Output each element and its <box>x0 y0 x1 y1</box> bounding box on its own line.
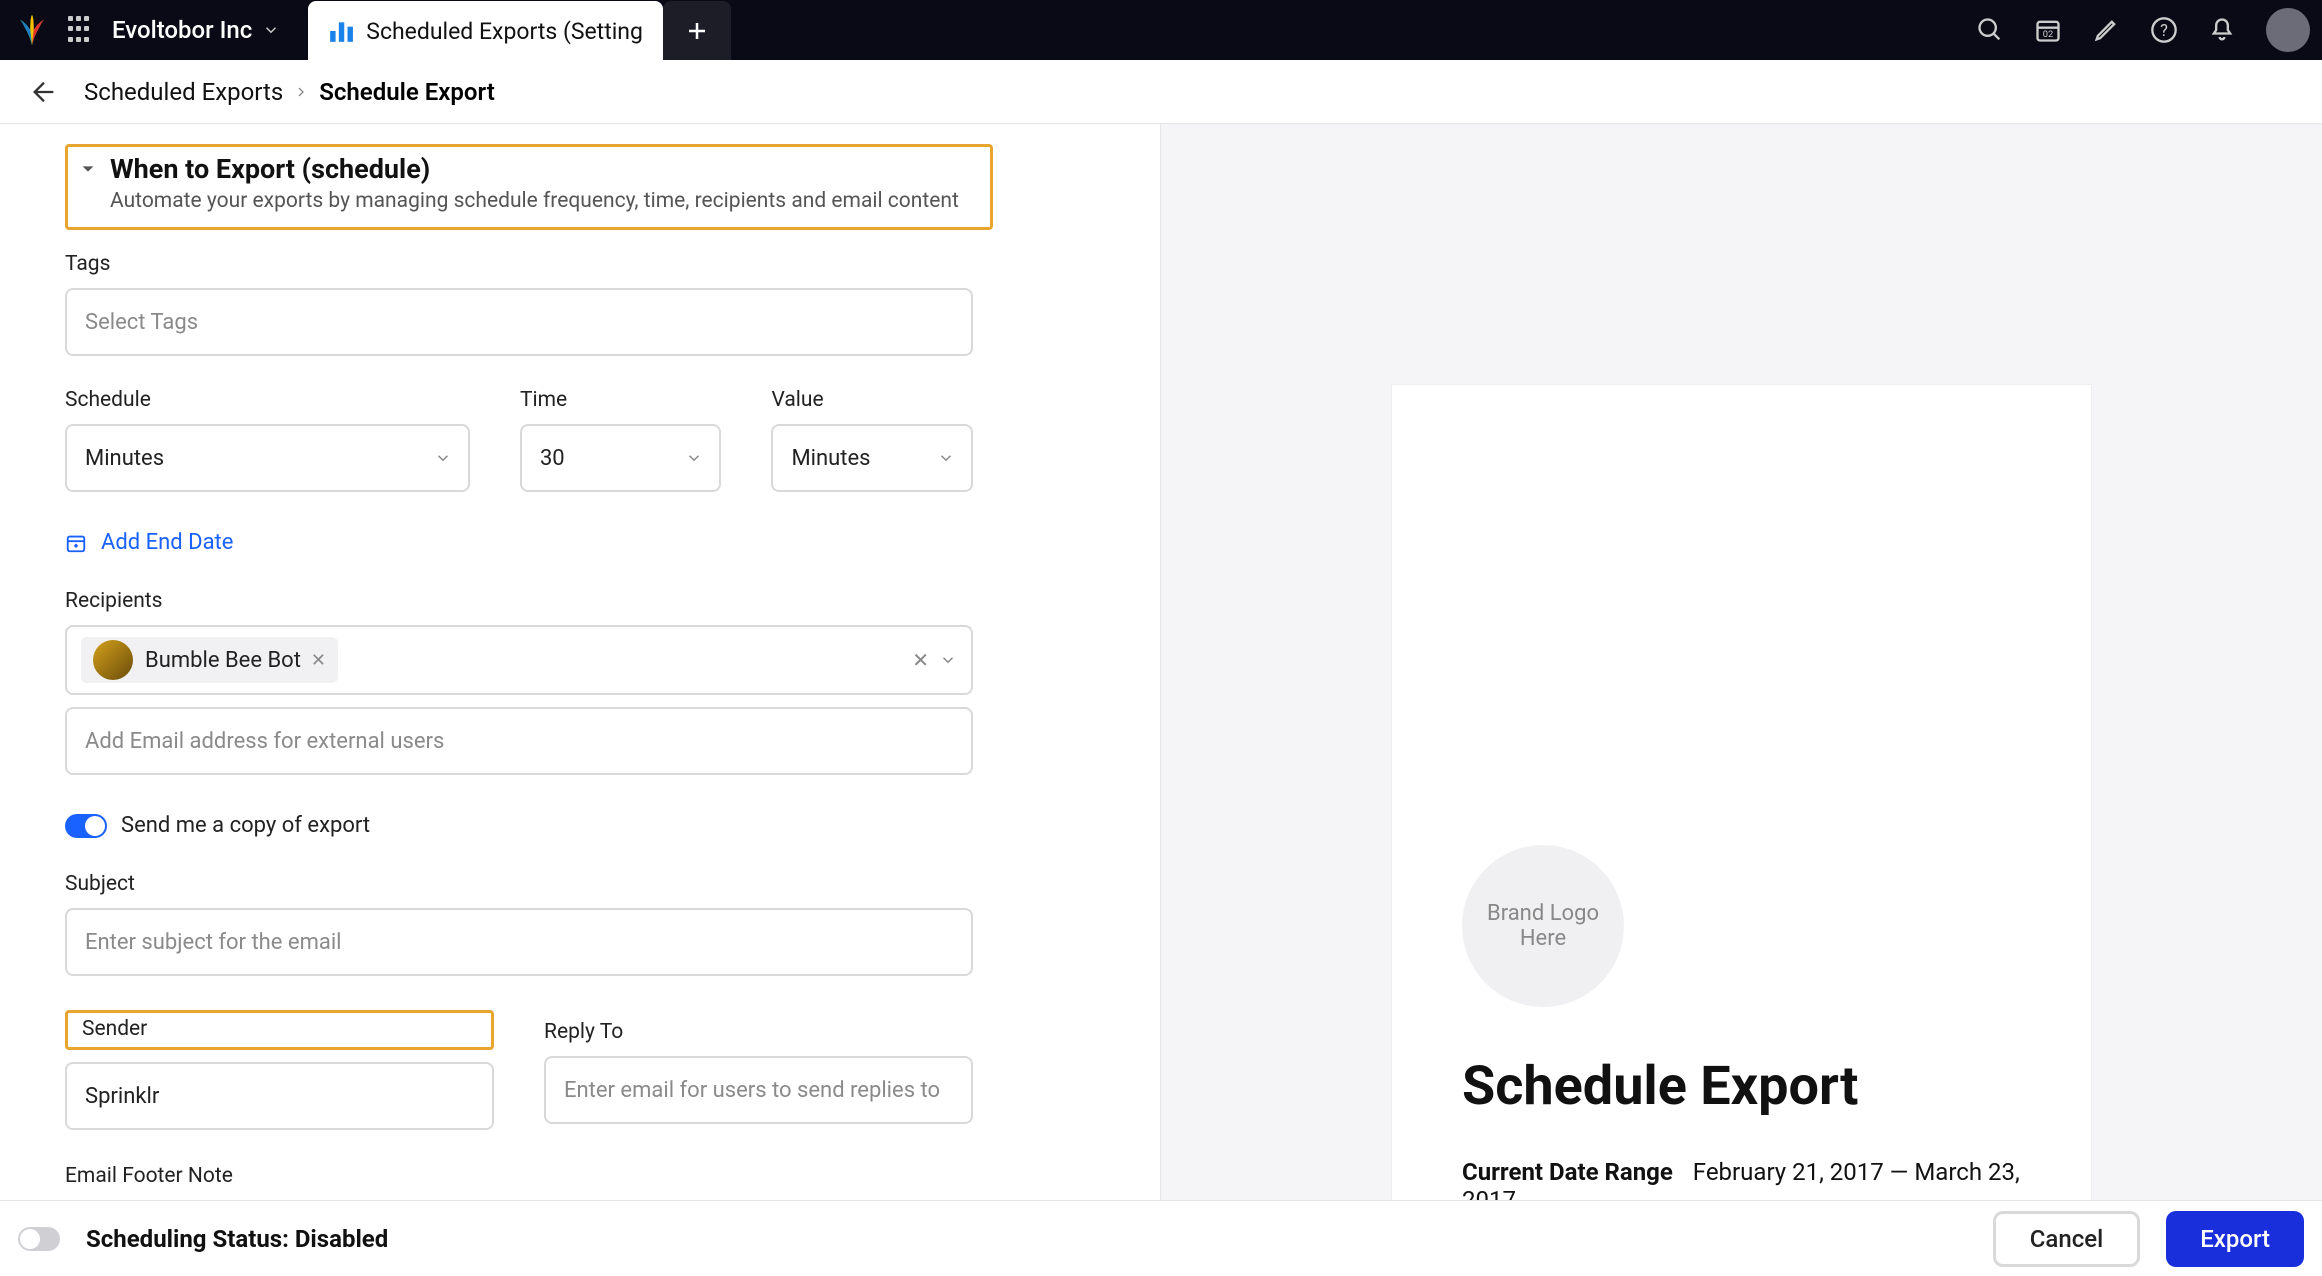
reply-to-input[interactable] <box>544 1056 973 1124</box>
chevron-down-icon <box>262 21 280 39</box>
bar-chart-icon <box>328 20 354 42</box>
calendar-icon[interactable]: 02 <box>2034 16 2062 44</box>
remove-chip-icon[interactable]: ✕ <box>311 650 326 671</box>
schedule-label: Schedule <box>65 388 470 412</box>
footer-bar: Scheduling Status: Disabled Cancel Expor… <box>0 1200 2322 1276</box>
breadcrumb-current: Schedule Export <box>319 78 495 106</box>
value-select[interactable] <box>771 424 973 492</box>
clear-recipients-icon[interactable]: ✕ <box>912 648 929 672</box>
preview-page: Brand Logo Here Schedule Export Current … <box>1391 384 2092 1200</box>
tags-label: Tags <box>65 252 973 276</box>
svg-text:02: 02 <box>2043 29 2054 40</box>
recipients-label: Recipients <box>65 589 973 613</box>
scheduling-status-toggle[interactable] <box>18 1227 60 1251</box>
subject-label: Subject <box>65 872 973 896</box>
company-name: Evoltobor Inc <box>112 16 252 44</box>
top-bar: Evoltobor Inc Scheduled Exports (Setting… <box>0 0 2322 60</box>
send-copy-row: Send me a copy of export <box>65 813 973 838</box>
cancel-button[interactable]: Cancel <box>1993 1211 2140 1267</box>
section-title: When to Export (schedule) <box>110 153 430 185</box>
value-label: Value <box>771 388 973 412</box>
search-icon[interactable] <box>1976 16 2004 44</box>
breadcrumb-parent[interactable]: Scheduled Exports <box>84 78 283 106</box>
recipient-chip: Bumble Bee Bot ✕ <box>81 637 338 683</box>
sender-input[interactable] <box>65 1062 494 1130</box>
footer-note-label: Email Footer Note <box>65 1164 973 1188</box>
reply-to-label: Reply To <box>544 1010 973 1044</box>
company-switcher[interactable]: Evoltobor Inc <box>112 16 280 44</box>
schedule-row: Schedule Time Value <box>65 388 973 492</box>
section-subtitle: Automate your exports by managing schedu… <box>80 189 978 213</box>
subject-input[interactable] <box>65 908 973 976</box>
bell-icon[interactable] <box>2208 16 2236 44</box>
sender-label-highlight: Sender <box>65 1010 494 1050</box>
main-area: When to Export (schedule) Automate your … <box>0 124 2322 1200</box>
breadcrumb-bar: Scheduled Exports Schedule Export <box>0 60 2322 124</box>
section-header[interactable]: When to Export (schedule) Automate your … <box>65 144 993 230</box>
sender-reply-row: Sender Reply To <box>65 1010 973 1130</box>
add-end-date-label: Add End Date <box>101 530 233 555</box>
new-tab-button[interactable] <box>663 1 731 61</box>
user-avatar[interactable] <box>2266 8 2310 52</box>
form-area: When to Export (schedule) Automate your … <box>0 124 1160 1200</box>
preview-title: Schedule Export <box>1462 1055 2021 1118</box>
send-copy-label: Send me a copy of export <box>121 813 370 838</box>
back-arrow-icon[interactable] <box>30 78 58 106</box>
recipients-input[interactable]: Bumble Bee Bot ✕ ✕ <box>65 625 973 695</box>
pencil-icon[interactable] <box>2092 16 2120 44</box>
schedule-select[interactable] <box>65 424 470 492</box>
external-email-input[interactable] <box>65 707 973 775</box>
preview-panel: Brand Logo Here Schedule Export Current … <box>1160 124 2322 1200</box>
send-copy-toggle[interactable] <box>65 814 107 838</box>
tab-label: Scheduled Exports (Setting <box>366 18 643 45</box>
sender-label: Sender <box>82 1017 477 1041</box>
plus-icon <box>685 19 709 43</box>
active-tab[interactable]: Scheduled Exports (Setting <box>308 1 663 61</box>
tags-input[interactable] <box>65 288 973 356</box>
help-icon[interactable]: ? <box>2150 16 2178 44</box>
recipient-name: Bumble Bee Bot <box>145 648 301 673</box>
sprinklr-logo <box>12 10 52 50</box>
caret-down-icon <box>80 161 96 177</box>
chevron-right-icon <box>293 84 309 100</box>
topbar-actions: 02 ? <box>1976 8 2310 52</box>
recipient-avatar <box>93 640 133 680</box>
apps-grid-icon[interactable] <box>68 16 96 44</box>
preview-range-label: Current Date Range <box>1462 1158 1673 1186</box>
time-select[interactable] <box>520 424 722 492</box>
preview-date-range: Current Date Range February 21, 2017 — M… <box>1462 1158 2021 1200</box>
svg-text:?: ? <box>2160 21 2168 40</box>
chevron-down-icon[interactable] <box>939 651 957 669</box>
export-button[interactable]: Export <box>2166 1211 2304 1267</box>
add-end-date-link[interactable]: Add End Date <box>65 530 973 555</box>
brand-logo-placeholder: Brand Logo Here <box>1462 845 1624 1007</box>
time-label: Time <box>520 388 722 412</box>
scheduling-status-label: Scheduling Status: Disabled <box>86 1225 388 1253</box>
calendar-plus-icon <box>65 532 87 554</box>
